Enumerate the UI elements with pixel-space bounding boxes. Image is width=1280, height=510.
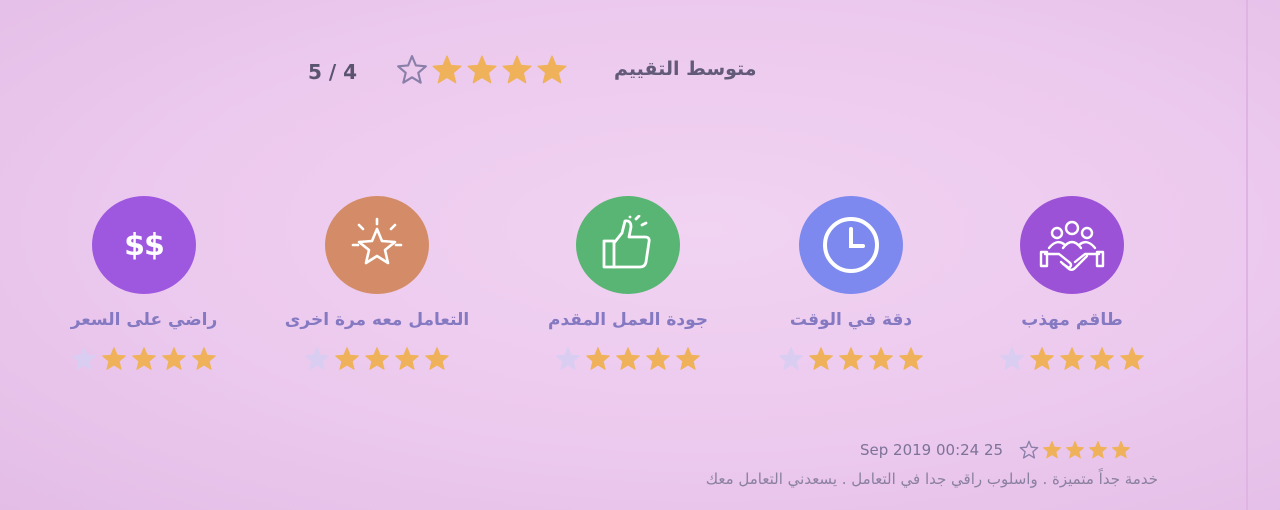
star-filled-icon: [676, 347, 700, 370]
star-filled-icon: [425, 347, 449, 370]
people-handshake-icon: [1039, 220, 1105, 271]
star-filled-icon: [395, 347, 419, 370]
star-filled-icon: [502, 55, 532, 84]
category-label: طاقم مهذب: [1021, 310, 1123, 330]
category-icon-circle: [799, 196, 903, 294]
star-empty-icon: [779, 347, 803, 370]
star-empty-icon: [1019, 440, 1039, 459]
star-filled-icon: [1042, 440, 1062, 459]
star-filled-icon: [869, 347, 893, 370]
category-icon-circle: [325, 196, 429, 294]
star-filled-icon: [162, 347, 186, 370]
review-rating-stars: [1019, 440, 1131, 460]
category-rating-stars: [778, 346, 924, 372]
category-label: دقة في الوقت: [789, 310, 913, 330]
star-filled-icon: [432, 55, 462, 84]
category-icon-circle: [576, 196, 680, 294]
category-rating-stars: [304, 346, 450, 372]
review-date: Sep 2019 00:24 25: [860, 441, 1004, 459]
star-filled-icon: [839, 347, 863, 370]
star-empty-icon: [72, 347, 96, 370]
star-filled-icon: [365, 347, 389, 370]
category-label: جودة العمل المقدم: [547, 310, 708, 330]
star-filled-icon: [899, 347, 923, 370]
star-empty-icon: [1000, 347, 1024, 370]
panel-right-border: [1246, 0, 1248, 510]
star-filled-icon: [1120, 347, 1144, 370]
star-filled-icon: [192, 347, 216, 370]
star-filled-icon: [537, 55, 567, 84]
star-empty-icon: [397, 55, 427, 84]
star-filled-icon: [467, 55, 497, 84]
thumbs-up-icon: [602, 215, 651, 269]
dollar-icon: $$: [124, 227, 165, 263]
star-filled-icon: [1030, 347, 1054, 370]
star-filled-icon: [616, 347, 640, 370]
star-empty-icon: [556, 347, 580, 370]
star-filled-icon: [1111, 440, 1131, 459]
star-filled-icon: [646, 347, 670, 370]
category-rating-stars: [999, 346, 1145, 372]
review-text: خدمة جداً متميزة . واسلوب راقي جدا في ال…: [705, 470, 1158, 488]
clock-icon: [823, 217, 879, 273]
star-outline-icon: [351, 217, 403, 265]
category-rating-stars: [71, 346, 217, 372]
star-filled-icon: [1060, 347, 1084, 370]
star-empty-icon: [305, 347, 329, 370]
average-rating-title: متوسط التقييم: [614, 58, 757, 80]
star-filled-icon: [1090, 347, 1114, 370]
category-icon-circle: $$: [92, 196, 196, 294]
star-filled-icon: [586, 347, 610, 370]
star-filled-icon: [1088, 440, 1108, 459]
star-filled-icon: [102, 347, 126, 370]
average-rating-stars: [396, 54, 568, 86]
star-filled-icon: [132, 347, 156, 370]
category-rating-stars: [555, 346, 701, 372]
star-filled-icon: [809, 347, 833, 370]
category-label: التعامل معه مرة اخرى: [284, 310, 470, 330]
average-rating-score: 5 / 4: [308, 60, 358, 84]
category-icon-circle: [1020, 196, 1124, 294]
star-filled-icon: [335, 347, 359, 370]
star-filled-icon: [1065, 440, 1085, 459]
review-meta: Sep 2019 00:24 25: [860, 440, 1131, 460]
category-label: راضي على السعر: [70, 310, 218, 330]
